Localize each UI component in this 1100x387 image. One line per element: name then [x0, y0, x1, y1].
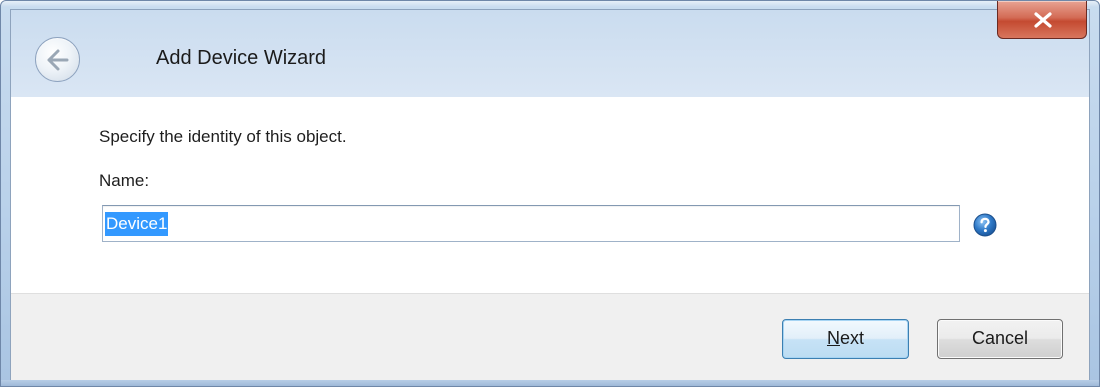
- name-label: Name:: [99, 171, 150, 190]
- cancel-button[interactable]: Cancel: [937, 319, 1063, 359]
- wizard-title: Add Device Wizard: [156, 47, 327, 69]
- back-arrow-icon: [47, 49, 69, 71]
- instruction-text: Specify the identity of this object.: [99, 127, 347, 146]
- window-bottom-edge: [1, 380, 1099, 386]
- back-button[interactable]: [35, 37, 80, 82]
- help-icon[interactable]: [973, 213, 997, 237]
- wizard-footer: Next Cancel: [11, 293, 1089, 383]
- next-button[interactable]: Next: [782, 319, 909, 359]
- name-input[interactable]: Device1: [102, 205, 960, 242]
- close-x-icon: [1034, 12, 1052, 28]
- close-button[interactable]: [997, 1, 1087, 39]
- next-mnemonic: N: [826, 328, 840, 348]
- help-question-icon: [973, 213, 997, 237]
- wizard-content: Specify the identity of this object. Nam…: [11, 97, 1089, 293]
- wizard-window: Add Device Wizard Specify the identity o…: [0, 0, 1100, 387]
- wizard-header: Add Device Wizard: [11, 10, 1089, 97]
- name-input-value: Device1: [105, 212, 169, 236]
- next-label: ext: [839, 328, 864, 348]
